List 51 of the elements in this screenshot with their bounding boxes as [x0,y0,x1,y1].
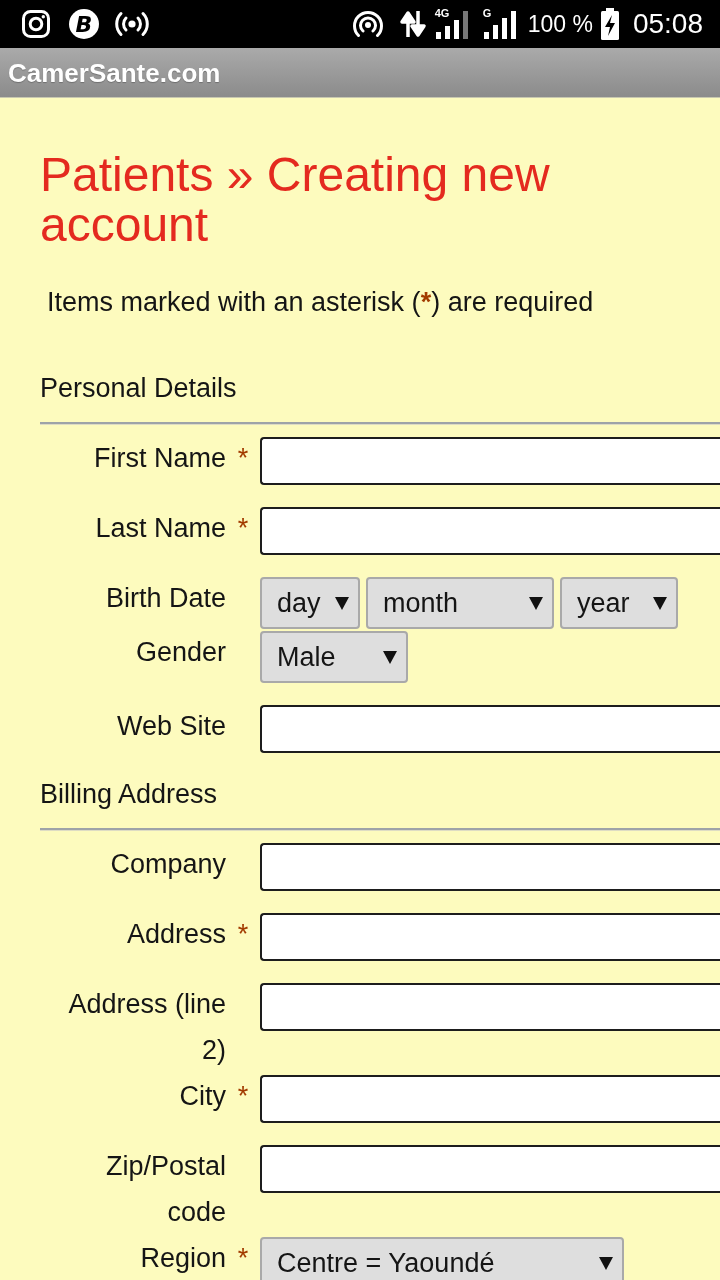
field-label: City [179,1080,226,1113]
text-field[interactable] [260,983,720,1031]
field-label: Last Name [95,512,226,545]
field-label: First Name [94,442,226,475]
field-label: Birth Date [105,582,226,615]
required-mark: * [237,918,249,951]
signal-icon [482,9,517,39]
camera-icon [22,10,50,38]
field-label: Address (line 2) [67,988,226,1067]
required-mark: * [237,1242,249,1275]
section-heading: Personal Details [40,372,237,405]
field-label: Region [140,1242,226,1275]
caret-icon [529,596,543,610]
page-title: Patients » Creating new account [40,150,551,250]
site-title: CamerSante.com [8,56,221,89]
text-field[interactable] [260,913,720,961]
app-letter-badge: B [69,9,99,39]
dropdown[interactable]: year [560,577,678,629]
field-label: Address [126,918,226,951]
dropdown[interactable]: day [260,577,360,629]
required-note: Items marked with an asterisk (*) are required [47,286,594,319]
caret-icon [653,596,667,610]
signal-icon [434,9,469,39]
clock-time: 05:08 [632,9,703,39]
dropdown[interactable]: Centre = Yaoundé [260,1237,624,1280]
hotspot-icon [352,9,383,39]
field-label: Web Site [116,710,226,743]
required-mark: * [237,442,249,475]
field-label: Company [110,848,226,881]
dropdown[interactable]: month [366,577,554,629]
required-mark: * [237,512,249,545]
required-mark: * [237,1080,249,1113]
text-field[interactable] [260,705,720,753]
text-field[interactable] [260,1145,720,1193]
network-type-label: G [482,7,492,19]
field-label: Zip/Postal code [104,1150,226,1229]
text-field[interactable] [260,843,720,891]
section-heading: Billing Address [40,778,218,811]
battery-percentage: 100 % [527,10,593,39]
data-transfer-icon [398,10,427,38]
battery-charging-icon [599,8,620,40]
caret-icon [335,596,349,610]
text-field[interactable] [260,1075,720,1123]
text-field[interactable] [260,437,720,485]
dropdown[interactable]: Male [260,631,408,683]
text-field[interactable] [260,507,720,555]
caret-icon [599,1256,613,1270]
network-type-label: 4G [434,7,450,19]
field-label: Gender [135,636,226,669]
caret-icon [383,650,397,664]
broadcast-icon [114,10,150,38]
